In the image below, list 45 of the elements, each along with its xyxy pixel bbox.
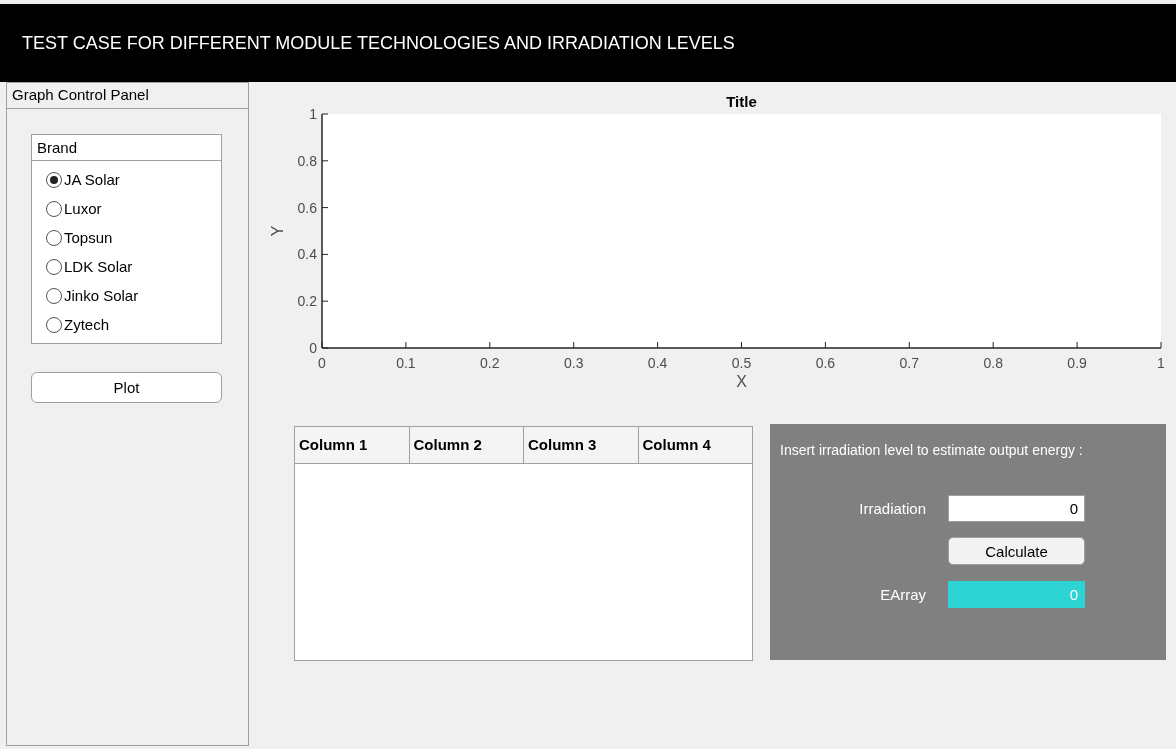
- x-tick-label: 0.4: [647, 355, 668, 371]
- y-tick-label: 0: [309, 340, 317, 356]
- column-header[interactable]: Column 1: [295, 427, 410, 463]
- radio-label[interactable]: LDK Solar: [64, 258, 133, 275]
- app-title: TEST CASE FOR DIFFERENT MODULE TECHNOLOGIES AND IRRADIATION LEVELS: [22, 32, 735, 54]
- column-header[interactable]: Column 3: [524, 427, 639, 463]
- x-tick-label: 0.5: [731, 355, 752, 371]
- y-axis-label: Y: [269, 225, 286, 237]
- x-tick-label: 1: [1157, 355, 1165, 371]
- radio-label[interactable]: Topsun: [64, 229, 113, 246]
- radio-label[interactable]: Zytech: [64, 316, 109, 333]
- calculate-button[interactable]: Calculate: [948, 537, 1085, 565]
- column-header[interactable]: Column 4: [638, 427, 752, 463]
- field-label: EArray: [879, 585, 926, 603]
- radio-button[interactable]: [46, 316, 62, 333]
- column-header[interactable]: Column 2: [409, 427, 524, 463]
- y-tick-label: 0.4: [297, 246, 317, 263]
- plot-button[interactable]: Plot: [31, 372, 222, 403]
- radio-button[interactable]: [46, 229, 62, 246]
- prompt-text: Insert irradiation level to estimate output energy :: [780, 442, 1084, 458]
- y-tick-label: 0.2: [297, 293, 317, 310]
- x-tick-label: 0.2: [480, 355, 500, 371]
- x-tick-label: 0.8: [983, 355, 1003, 371]
- y-tick-label: 0.8: [297, 152, 317, 169]
- y-tick-label: 1: [309, 106, 317, 122]
- x-tick-label: 0.9: [1067, 355, 1087, 371]
- x-axis-label: X: [736, 373, 747, 390]
- radio-button[interactable]: [46, 287, 62, 304]
- radio-button[interactable]: [46, 200, 62, 217]
- x-tick-label: 0: [318, 355, 326, 371]
- panel-title: Graph Control Panel: [7, 82, 248, 109]
- radio-label[interactable]: JA Solar: [64, 171, 120, 188]
- y-tick-label: 0.6: [297, 199, 317, 216]
- x-tick-label: 0.6: [815, 355, 836, 371]
- x-tick-label: 0.1: [396, 355, 416, 371]
- x-tick-label: 0.3: [563, 355, 584, 371]
- radio-label[interactable]: Luxor: [64, 200, 102, 217]
- radio-button[interactable]: [46, 258, 62, 275]
- field-label: Irradiation: [858, 499, 926, 517]
- chart-title: Title: [726, 93, 757, 110]
- group-title: Brand: [32, 135, 221, 161]
- radio-label[interactable]: Jinko Solar: [64, 287, 139, 304]
- irradiation-field[interactable]: 0: [948, 494, 1085, 522]
- radio-button[interactable]: [46, 171, 62, 188]
- x-tick-label: 0.7: [899, 355, 920, 371]
